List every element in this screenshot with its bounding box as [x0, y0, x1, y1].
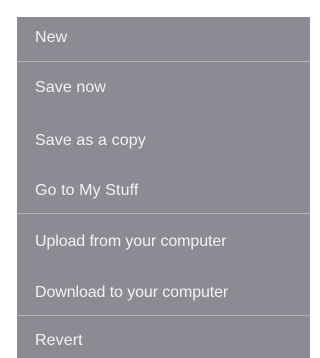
menu-item-revert[interactable]: Revert	[17, 322, 310, 358]
menu-item-upload[interactable]: Upload from your computer	[17, 223, 310, 261]
menu-item-save-now-label: Save now	[35, 79, 107, 96]
menu-item-new-label: New	[35, 29, 68, 46]
menu-item-go-to-my-stuff-label: Go to My Stuff	[35, 182, 139, 199]
menu-divider-2	[17, 213, 310, 214]
menu-divider-1	[17, 61, 310, 62]
menu-item-new[interactable]: New	[17, 19, 310, 57]
menu-item-save-as-copy-label: Save as a copy	[35, 132, 146, 149]
menu-item-download[interactable]: Download to your computer	[17, 274, 310, 312]
menu-item-go-to-my-stuff[interactable]: Go to My Stuff	[17, 172, 310, 210]
menu-item-save-now[interactable]: Save now	[17, 69, 310, 107]
menu-item-save-as-copy[interactable]: Save as a copy	[17, 122, 310, 160]
menu-item-upload-label: Upload from your computer	[35, 233, 227, 250]
file-menu: New Save now Save as a copy Go to My Stu…	[17, 17, 310, 358]
menu-divider-3	[17, 315, 310, 316]
menu-item-download-label: Download to your computer	[35, 284, 229, 301]
menu-item-revert-label: Revert	[35, 332, 83, 349]
